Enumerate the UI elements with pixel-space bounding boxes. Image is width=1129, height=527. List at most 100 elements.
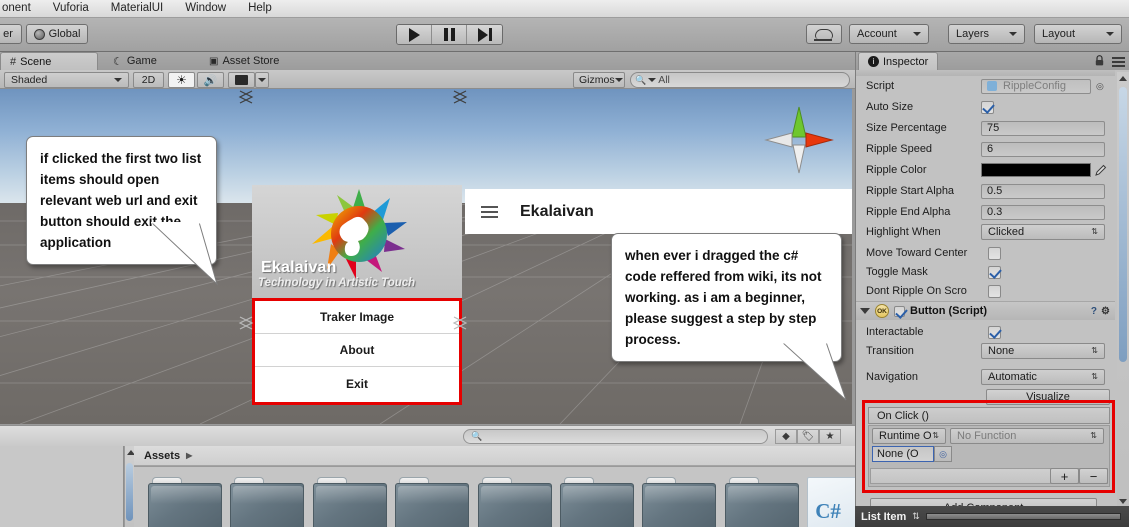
list-item[interactable]: About <box>255 334 459 367</box>
scrollbar-thumb[interactable] <box>126 463 133 521</box>
tab-game[interactable]: ☾ Game <box>104 52 166 70</box>
function-dropdown[interactable]: No Function ⇅ <box>950 428 1104 444</box>
filter-by-type-button[interactable]: ◆ <box>775 429 797 444</box>
tab-inspector[interactable]: i Inspector <box>858 52 939 70</box>
lighting-toggle-button[interactable]: ☀ <box>168 72 195 88</box>
menu-item-window[interactable]: Window <box>174 0 237 17</box>
favorites-button[interactable]: ★ <box>819 429 841 444</box>
gizmos-dropdown[interactable]: Gizmos <box>573 72 625 88</box>
global-toggle-button[interactable]: Global <box>26 24 88 44</box>
menu-item-materialui[interactable]: MaterialUI <box>100 0 174 17</box>
asset-folder[interactable] <box>724 477 799 527</box>
property-row-ripple-speed: Ripple Speed 6 <box>856 139 1115 159</box>
draw-mode-dropdown[interactable]: Shaded <box>4 72 129 88</box>
script-icon <box>987 81 997 91</box>
property-row-ripple-start-alpha: Ripple Start Alpha 0.5 <box>856 181 1115 201</box>
property-row-script: Script RippleConfig ◎ <box>866 78 1104 94</box>
asset-folder[interactable] <box>312 477 387 527</box>
help-icon[interactable]: ? <box>1091 306 1097 317</box>
asset-folder[interactable] <box>230 477 305 527</box>
status-slider[interactable] <box>925 513 1121 520</box>
foldout-arrow-icon[interactable] <box>860 308 870 314</box>
asset-folder[interactable] <box>477 477 552 527</box>
asset-folder[interactable] <box>642 477 717 527</box>
filter-by-label-button[interactable]: 🏷 <box>797 429 819 444</box>
asset-folder[interactable] <box>148 477 222 527</box>
scene-axis-gizmo[interactable] <box>760 101 838 179</box>
menu-item-component[interactable]: onent <box>0 0 42 17</box>
layout-dropdown[interactable]: Layout <box>1034 24 1122 44</box>
pause-button[interactable] <box>432 25 467 44</box>
runtime-mode-dropdown[interactable]: Runtime O ⇅ <box>872 428 946 444</box>
layers-dropdown[interactable]: Layers <box>948 24 1025 44</box>
interactable-checkbox[interactable] <box>988 325 1001 339</box>
updown-arrows-icon[interactable]: ⇅ <box>912 511 920 522</box>
account-dropdown[interactable]: Account <box>849 24 929 44</box>
effects-toggle-button[interactable] <box>228 72 255 88</box>
hamburger-menu-icon[interactable] <box>481 205 498 218</box>
ripple-end-alpha-input[interactable]: 0.3 <box>981 204 1105 220</box>
audio-toggle-button[interactable]: 🔊 <box>197 72 224 88</box>
toggle-mask-checkbox[interactable] <box>988 265 1001 279</box>
inspector-options-menu-icon[interactable] <box>1112 57 1125 70</box>
tab-asset-store[interactable]: ▣ Asset Store <box>200 52 288 70</box>
size-percentage-input[interactable]: 75 <box>981 120 1105 136</box>
ripple-start-alpha-input[interactable]: 0.5 <box>981 183 1105 199</box>
target-object-field[interactable]: None (O <box>872 446 934 462</box>
auto-size-checkbox[interactable] <box>981 100 994 114</box>
scroll-up-arrow-icon[interactable] <box>1118 73 1128 83</box>
project-tree-scrollbar[interactable] <box>125 446 135 527</box>
script-object-field[interactable]: RippleConfig <box>981 78 1091 94</box>
effects-dropdown[interactable] <box>255 72 269 88</box>
rect-handle-icon[interactable] <box>238 315 254 331</box>
list-item[interactable]: Traker Image <box>255 301 459 334</box>
property-row-ripple-color: Ripple Color <box>856 160 1115 180</box>
move-toward-center-checkbox[interactable] <box>988 246 1001 260</box>
rect-handle-icon[interactable] <box>238 89 254 105</box>
asset-grid[interactable]: C# <box>134 467 858 527</box>
add-event-button[interactable]: + <box>1050 468 1079 484</box>
button-component-header[interactable]: OK Button (Script) ? ⚙ <box>856 301 1115 320</box>
gear-icon[interactable]: ⚙ <box>1101 306 1110 317</box>
breadcrumb-assets[interactable]: Assets <box>144 450 180 462</box>
eyedropper-icon[interactable] <box>1094 163 1108 177</box>
pivot-toggle-button[interactable]: er <box>0 24 22 44</box>
list-item[interactable]: Exit <box>255 367 459 400</box>
dont-ripple-on-scroll-checkbox[interactable] <box>988 284 1001 298</box>
visualize-button[interactable]: Visualize <box>986 389 1110 405</box>
scene-search-input[interactable]: 🔍 All <box>630 72 850 88</box>
selection-status-bar: List Item ⇅ <box>855 506 1129 527</box>
asset-folder[interactable] <box>395 477 470 527</box>
highlight-when-dropdown[interactable]: Clicked ⇅ <box>981 224 1105 240</box>
navigation-dropdown[interactable]: Automatic ⇅ <box>981 369 1105 385</box>
scroll-down-arrow-icon[interactable] <box>1118 496 1128 506</box>
updown-arrows-icon: ⇅ <box>1091 346 1098 355</box>
collab-button[interactable] <box>806 24 842 44</box>
asset-folder[interactable] <box>560 477 635 527</box>
remove-event-button[interactable]: − <box>1079 468 1108 484</box>
ripple-speed-input[interactable]: 6 <box>981 141 1105 157</box>
object-picker-button[interactable]: ◎ <box>934 446 952 462</box>
app-header-panel: Ekalaivan Technology in Artistic Touch <box>252 185 462 298</box>
inspector-scrollbar[interactable] <box>1117 72 1129 512</box>
object-picker-icon[interactable]: ◎ <box>1096 81 1104 92</box>
scrollbar-thumb[interactable] <box>1119 87 1127 362</box>
project-folder-tree[interactable] <box>0 446 124 527</box>
step-button[interactable] <box>467 25 502 44</box>
info-icon: i <box>868 56 879 67</box>
button-enabled-checkbox[interactable] <box>894 305 905 317</box>
transition-dropdown[interactable]: None ⇅ <box>981 343 1105 359</box>
rect-handle-icon[interactable] <box>452 89 468 105</box>
chevron-down-icon <box>114 78 122 82</box>
2d-toggle-button[interactable]: 2D <box>133 72 164 88</box>
asset-csharp-script[interactable]: C# <box>807 477 858 527</box>
menu-item-vuforia[interactable]: Vuforia <box>42 0 100 17</box>
tab-scene[interactable]: # Scene <box>0 52 98 70</box>
project-search-input[interactable]: 🔍 <box>463 429 768 444</box>
ripple-color-swatch[interactable] <box>981 163 1091 177</box>
chevron-down-icon <box>1009 32 1017 36</box>
play-button[interactable] <box>397 25 432 44</box>
lock-icon[interactable] <box>1095 55 1104 66</box>
menu-item-help[interactable]: Help <box>237 0 283 17</box>
rect-handle-icon[interactable] <box>452 315 468 331</box>
